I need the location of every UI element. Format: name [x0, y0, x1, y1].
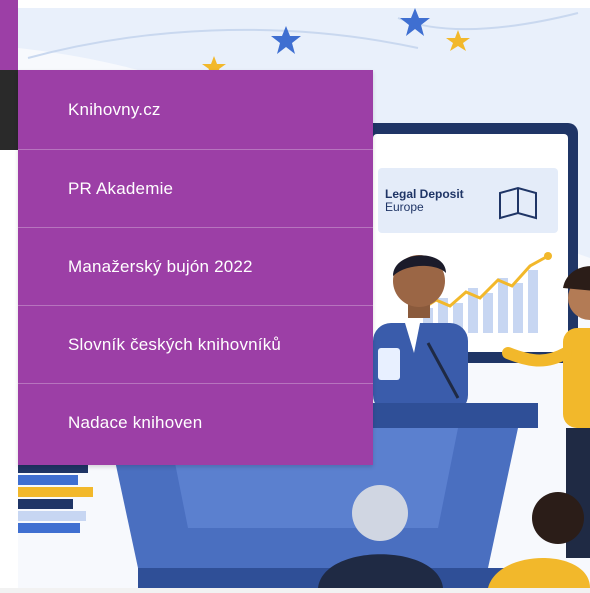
nav-bar-fragment — [0, 0, 18, 70]
menu-item-manazersky-bujon[interactable]: Manažerský bujón 2022 — [18, 228, 373, 306]
menu-item-knihovny[interactable]: Knihovny.cz — [18, 70, 373, 150]
menu-item-label: Manažerský bujón 2022 — [68, 256, 253, 276]
menu-item-label: Knihovny.cz — [68, 99, 161, 119]
menu-item-label: PR Akademie — [68, 178, 174, 198]
page-bottom-edge — [0, 588, 590, 593]
sign-title-line1: Legal Deposit — [385, 187, 464, 201]
menu-item-slovnik[interactable]: Slovník českých knihovníků — [18, 306, 373, 384]
sign-title-line2: Europe — [385, 200, 424, 214]
nav-dark-fragment — [0, 70, 18, 150]
menu-item-pr-akademie[interactable]: PR Akademie — [18, 150, 373, 228]
dropdown-menu: Knihovny.cz PR Akademie Manažerský bujón… — [18, 70, 373, 465]
menu-item-label: Nadace knihoven — [68, 413, 203, 432]
menu-item-nadace[interactable]: Nadace knihoven — [18, 384, 373, 462]
menu-item-label: Slovník českých knihovníků — [68, 334, 282, 354]
